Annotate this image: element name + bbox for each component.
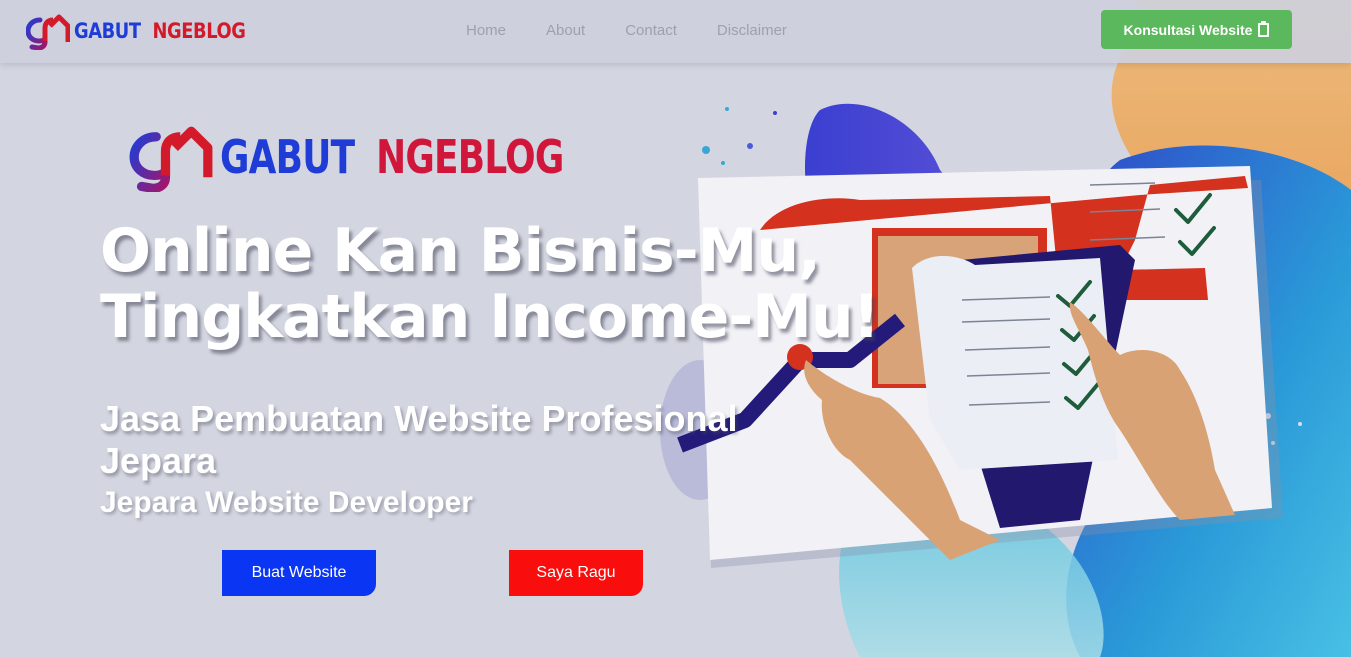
hero-headline: Online Kan Bisnis-Mu, Tingkatkan Income-… — [100, 216, 880, 352]
saya-ragu-button[interactable]: Saya Ragu — [509, 550, 643, 596]
hero-brand-word-1: GABUT — [220, 130, 355, 184]
main-nav: Home About Contact Disclaimer — [466, 22, 827, 39]
headline-line-2: Tingkatkan Income-Mu! — [100, 282, 880, 352]
nav-item-home[interactable]: Home — [466, 22, 506, 39]
nav-item-disclaimer[interactable]: Disclaimer — [717, 22, 787, 39]
brand-word-2: NGEBLOG — [152, 19, 246, 43]
hero-tagline: Jepara Website Developer — [100, 486, 473, 519]
hero-subheading: Jasa Pembuatan Website Profesional Jepar… — [100, 398, 738, 481]
buat-website-button[interactable]: Buat Website — [222, 550, 376, 596]
nav-item-contact[interactable]: Contact — [625, 22, 677, 39]
hero-brand-logo: GABUT NGEBLOG — [128, 122, 660, 192]
top-navbar: GABUT NGEBLOG Home About Contact Disclaim… — [0, 0, 1351, 63]
konsultasi-website-button[interactable]: Konsultasi Website — [1101, 10, 1292, 49]
brand-word-1: GABUT — [74, 19, 141, 43]
brand-name: GABUT NGEBLOG — [74, 19, 246, 43]
gn-house-logo-icon — [129, 126, 213, 192]
brand-logo[interactable]: GABUT NGEBLOG — [26, 12, 276, 50]
clipboard-icon — [1258, 20, 1270, 37]
hero-brand-word-2: NGEBLOG — [376, 130, 564, 184]
headline-line-1: Online Kan Bisnis-Mu, — [100, 216, 821, 286]
gn-house-logo-icon — [26, 14, 70, 50]
nav-item-about[interactable]: About — [546, 22, 585, 39]
konsultasi-label: Konsultasi Website — [1123, 21, 1253, 38]
hero-brand-name: GABUT NGEBLOG — [220, 130, 564, 184]
